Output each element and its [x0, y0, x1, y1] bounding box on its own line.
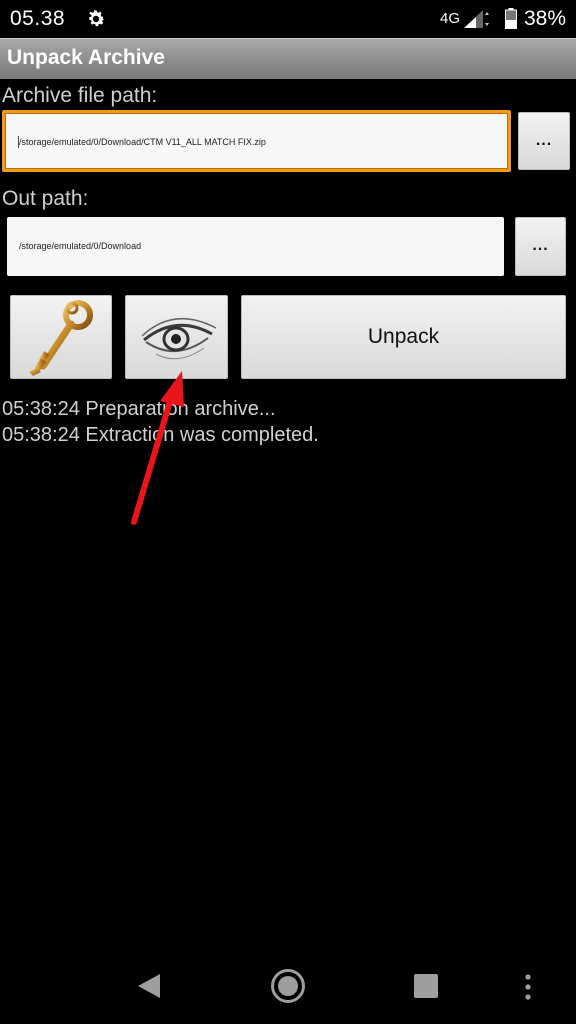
- home-icon[interactable]: [270, 968, 306, 1004]
- annotation-arrow: [131, 371, 184, 525]
- archive-browse-button[interactable]: ...: [518, 112, 570, 170]
- archive-path-input[interactable]: /storage/emulated/0/Download/CTM V11_ALL…: [2, 110, 511, 172]
- battery-icon: [505, 8, 517, 29]
- status-bar: 05.38 4G 38%: [0, 0, 576, 38]
- status-time: 05.38: [10, 7, 66, 30]
- title-bar: Unpack Archive: [0, 38, 576, 79]
- out-path-input[interactable]: /storage/emulated/0/Download: [7, 217, 504, 276]
- recents-icon[interactable]: [413, 973, 439, 999]
- unpack-button[interactable]: Unpack: [241, 295, 566, 379]
- password-button[interactable]: [10, 295, 112, 379]
- network-type: 4G: [440, 10, 461, 27]
- battery-percent: 38%: [524, 7, 567, 30]
- settings-gear-icon: [89, 10, 105, 27]
- nav-bar: [0, 950, 576, 1024]
- key-icon: [29, 300, 93, 376]
- app-title: Unpack Archive: [7, 46, 165, 69]
- signal-icon: [464, 10, 489, 28]
- out-path-value: /storage/emulated/0/Download: [19, 241, 142, 251]
- menu-dots-icon[interactable]: [523, 974, 533, 1000]
- out-path-label: Out path:: [2, 187, 89, 210]
- archive-path-value: /storage/emulated/0/Download/CTM V11_ALL…: [19, 137, 266, 147]
- out-browse-button[interactable]: ...: [515, 217, 566, 276]
- archive-path-label: Archive file path:: [2, 84, 158, 107]
- back-icon[interactable]: [136, 972, 162, 1000]
